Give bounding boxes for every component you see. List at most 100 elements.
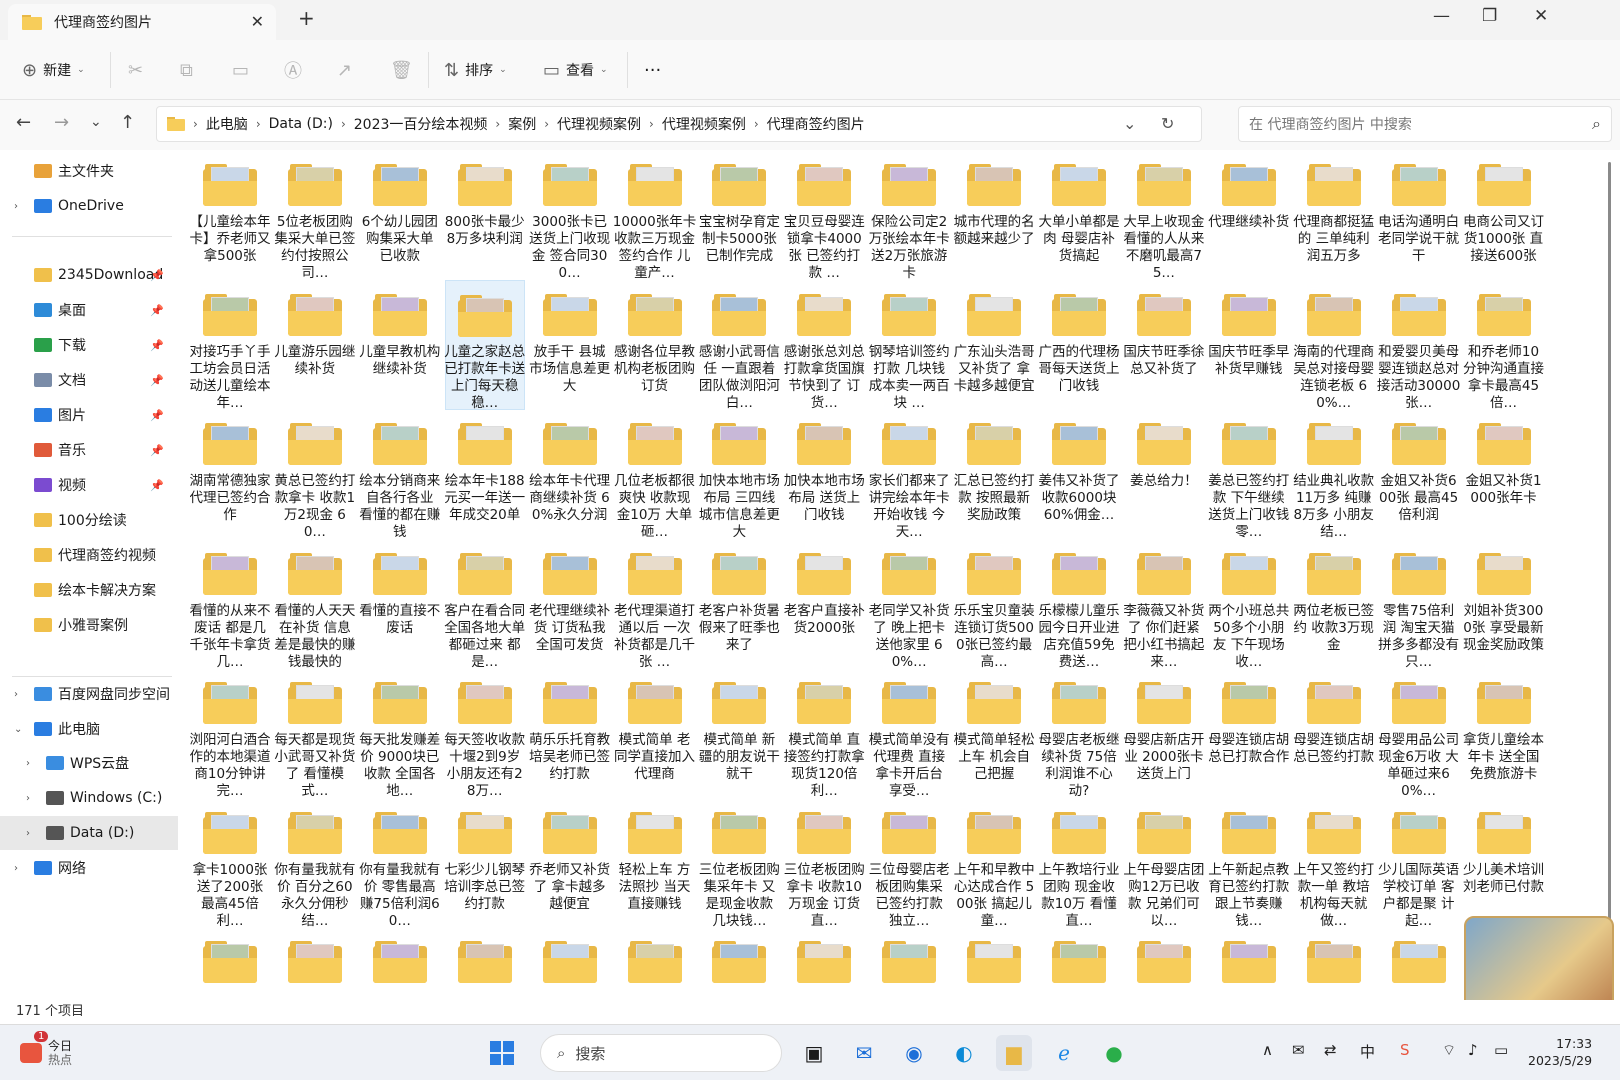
file-item[interactable] (1294, 927, 1374, 1000)
sidebar-item-4[interactable]: 下载 📌 (0, 328, 178, 362)
sidebar-item-13[interactable]: › 百度网盘同步空间 (0, 677, 178, 711)
file-item[interactable] (615, 927, 695, 1000)
file-item[interactable]: 儿童早教机构继续补货 (359, 280, 440, 410)
file-item[interactable]: 姜总给力！ (1124, 409, 1204, 539)
file-item[interactable]: 上午母婴店团购12万已收款 兄弟们可以… (1123, 798, 1204, 928)
sidebar-item-12[interactable]: 小雅哥案例 (0, 608, 178, 642)
expand-chevron-icon[interactable]: › (26, 793, 30, 804)
vertical-scrollbar[interactable] (1604, 150, 1614, 1000)
file-item[interactable] (784, 927, 864, 1000)
news-widget[interactable]: 1 今日 热点 (20, 1031, 90, 1071)
file-item[interactable]: 三位老板团购集采年卡 又是现金收款 几块钱… (699, 798, 780, 928)
file-item[interactable]: 大单小单都是肉 母婴店补货搞起 (1039, 150, 1120, 280)
file-item[interactable] (1039, 927, 1119, 1000)
file-item[interactable]: 模式简单 直接签约打款拿现货120倍利… (784, 668, 865, 798)
file-item[interactable]: 儿童游乐园继续补货 (274, 280, 355, 410)
file-item[interactable]: 结业典礼收款11万多 纯赚8万多 小朋友结… (1293, 409, 1374, 539)
file-item[interactable]: 国庆节旺季徐总又补货了 (1123, 280, 1204, 410)
file-item[interactable]: 乐乐宝贝童装连锁订货5000张已签约最高… (954, 539, 1035, 669)
sort-button[interactable]: ⇅ 排序 ⌄ (444, 54, 507, 86)
sidebar-item-14[interactable]: ⌄ 此电脑 (0, 712, 178, 746)
mail-icon[interactable]: ✉ (846, 1035, 882, 1071)
file-item[interactable]: 城市代理的名额越来越少了 (954, 150, 1035, 280)
new-tab-button[interactable]: + (298, 6, 315, 30)
start-button[interactable] (484, 1035, 520, 1071)
file-item[interactable] (445, 927, 525, 1000)
file-item[interactable]: 3000张卡已送货上门收现金 签合同300… (529, 150, 610, 280)
file-item[interactable] (360, 927, 440, 1000)
task-view-icon[interactable]: ▣ (796, 1035, 832, 1071)
volume-icon[interactable]: ♪ (1468, 1041, 1478, 1059)
file-item[interactable]: 姜伟又补货了 收款6000块 60%佣金… (1039, 409, 1120, 539)
sidebar-item-3[interactable]: 桌面 📌 (0, 293, 178, 327)
forward-button[interactable]: → (54, 112, 69, 133)
sidebar-item-17[interactable]: › Data (D:) (0, 816, 178, 850)
minimize-button[interactable]: — (1433, 6, 1450, 26)
file-item[interactable]: 你有量我就有价 百分之60永久分佣秒结… (274, 798, 355, 928)
file-item[interactable]: 母婴店老板继续补货 75倍利润谁不心动? (1039, 668, 1120, 798)
expand-chevron-icon[interactable]: › (14, 689, 18, 700)
file-item[interactable]: 萌乐乐托育教培吴老师已签约打款 (529, 668, 610, 798)
file-item[interactable]: 老同学又补货了 晚上把卡送他家里 60%… (869, 539, 950, 669)
file-item[interactable]: 少儿国际英语学校订单 客户都是聚 计起… (1378, 798, 1459, 928)
refresh-button[interactable]: ↻ (1161, 114, 1174, 133)
breadcrumb-item[interactable]: Data (D:) (269, 116, 333, 132)
file-item[interactable]: 上午又签约打款一单 教培机构每天就做… (1293, 798, 1374, 928)
new-button[interactable]: ⊕ 新建 ⌄ (22, 54, 85, 86)
file-item[interactable]: 金姐又补货1000张年卡 (1464, 409, 1544, 539)
file-item[interactable]: 拿卡1000张 送了200张 最高45倍利… (190, 798, 270, 928)
file-item[interactable]: 上午教培行业团购 现金收款10万 看懂直… (1039, 798, 1120, 928)
breadcrumb-item[interactable]: 代理视频案例 (662, 114, 746, 134)
rename-button[interactable]: Ⓐ (284, 54, 302, 86)
file-item[interactable]: 5位老板团购集采大单已签约付按照公司… (274, 150, 355, 280)
file-item[interactable] (699, 927, 779, 1000)
file-item[interactable]: 每天都是现货 小武哥又补货了 看懂模式… (274, 668, 355, 798)
file-item[interactable]: 母婴连锁店胡总已签约打款 (1293, 668, 1374, 798)
file-item[interactable]: 6个幼儿园团购集采大单 已收款 (360, 150, 440, 280)
file-item[interactable]: 乐檬檬儿童乐园今日开业进店充值59免费送… (1039, 539, 1120, 669)
file-explorer-icon[interactable]: ▆ (996, 1035, 1032, 1071)
file-item[interactable]: 看懂的人天天在补货 信息差是最快的赚钱最快的 (274, 539, 355, 669)
close-window-button[interactable]: ✕ (1534, 6, 1548, 26)
file-item[interactable]: 刘姐补货3000张 享受最新现金奖励政策 (1463, 539, 1544, 669)
file-item[interactable]: 老代理渠道打通以后 一次补货都是几千张 … (614, 539, 695, 669)
file-item[interactable] (1124, 927, 1204, 1000)
file-item[interactable]: 绘本年卡188元买一年送一年成交20单 (444, 409, 525, 539)
paste-button[interactable]: ▭ (232, 54, 249, 86)
file-item[interactable]: 少儿美术培训刘老师已付款 (1463, 798, 1544, 928)
file-item[interactable]: 绘本年卡代理商继续补货 60%永久分润 (529, 409, 610, 539)
file-item[interactable]: 电话沟通明白 老同学说干就干 (1378, 150, 1459, 280)
sidebar-item-2[interactable]: 2345Download 📌 (0, 258, 178, 292)
file-item[interactable]: 母婴用品公司现金6万收 大单砸过来60%… (1378, 668, 1459, 798)
address-dropdown-button[interactable]: ⌄ (1123, 114, 1136, 133)
battery-icon[interactable]: ▭ (1494, 1041, 1508, 1059)
copy-button[interactable]: ⧉ (180, 54, 193, 86)
file-item[interactable]: 加快本地市场布局 送货上门收钱 (784, 409, 865, 539)
file-item[interactable] (190, 927, 270, 1000)
file-item[interactable]: 10000张年卡收款三万现金签约合作 儿童产… (613, 150, 696, 280)
file-item[interactable]: 大早上收现金 看懂的人从来不磨叽最高75… (1123, 150, 1204, 280)
file-item[interactable]: 上午新起点教育已签约打款 跟上节奏赚钱… (1208, 798, 1289, 928)
file-item[interactable]: 两位老板已签约 收款3万现金 (1293, 539, 1374, 669)
file-item[interactable]: 三位母婴店老板团购集采 已签约打款 独立… (869, 798, 950, 928)
scrollbar-thumb[interactable] (1608, 162, 1611, 972)
sidebar-item-0[interactable]: 主文件夹 (0, 154, 178, 188)
share-button[interactable]: ↗ (337, 54, 352, 86)
file-item[interactable]: 汇总已签约打款 按照最新奖励政策 (954, 409, 1035, 539)
file-item[interactable]: 宝贝豆母婴连锁拿卡4000张 已签约打款 … (784, 150, 865, 280)
file-item[interactable]: 模式简单 老同学直接加入代理商 (614, 668, 695, 798)
expand-chevron-icon[interactable]: › (14, 863, 18, 874)
search-box[interactable]: 在 代理商签约图片 中搜索 ⌕ (1238, 106, 1612, 142)
file-item[interactable]: 上午和早教中心达成合作 500张 搞起儿童… (954, 798, 1035, 928)
ie-icon[interactable]: ℯ (1046, 1035, 1082, 1071)
breadcrumb-item[interactable]: 代理视频案例 (557, 114, 641, 134)
wps-tray-icon[interactable]: S (1400, 1041, 1410, 1059)
file-item[interactable]: 模式简单轻松上车 机会自己把握 (954, 668, 1035, 798)
file-item[interactable]: 绘本分销商来自各行各业 看懂的都在赚钱 (359, 409, 440, 539)
file-item[interactable] (1209, 927, 1289, 1000)
file-item[interactable]: 代理继续补货 (1208, 150, 1289, 280)
file-item[interactable]: 湖南常德独家代理已签约合作 (190, 409, 271, 539)
file-item[interactable]: 和乔老师10分钟沟通直接拿卡最高45倍… (1463, 280, 1544, 410)
ime-indicator[interactable]: 中 (1360, 1041, 1375, 1062)
breadcrumb-item[interactable]: 代理商签约图片 (767, 114, 865, 134)
